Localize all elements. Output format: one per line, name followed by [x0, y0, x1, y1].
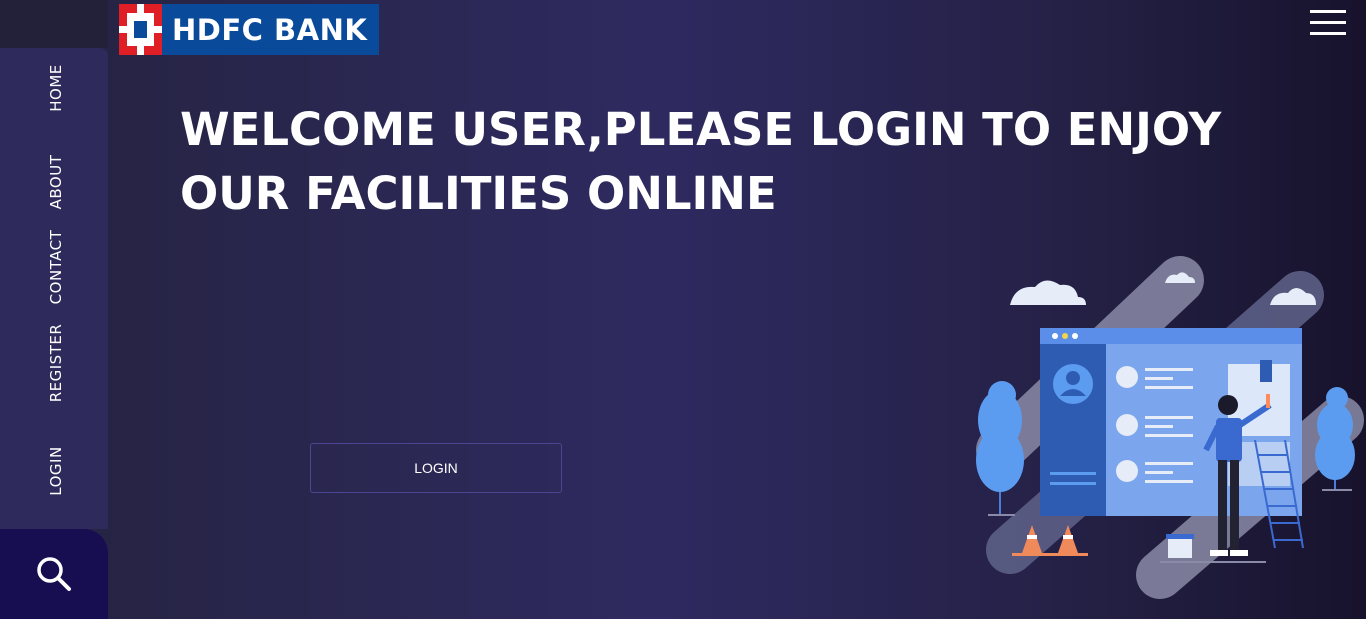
sidebar-top-strip [0, 0, 108, 48]
sidebar-item-home[interactable]: HOME [47, 64, 65, 112]
login-button[interactable]: LOGIN [310, 443, 562, 493]
search-icon [37, 557, 71, 591]
sidebar-item-login[interactable]: LOGIN [47, 446, 65, 495]
hamburger-menu-icon[interactable] [1310, 10, 1346, 36]
brand-name: HDFC BANK [172, 12, 368, 47]
sidebar-item-register[interactable]: REGISTER [47, 324, 65, 403]
hdfc-logo-mark-icon [119, 4, 162, 55]
sidebar-item-contact[interactable]: CONTACT [47, 230, 65, 305]
page-title: WELCOME USER,PLEASE LOGIN TO ENJOY OUR F… [180, 103, 1222, 220]
search-button[interactable] [0, 529, 108, 619]
sidebar-nav: HOME ABOUT CONTACT REGISTER LOGIN [0, 48, 108, 529]
brand-logo[interactable]: HDFC BANK [119, 4, 379, 55]
website-construction-illustration [976, 256, 1364, 599]
sidebar-item-about[interactable]: ABOUT [47, 155, 65, 210]
